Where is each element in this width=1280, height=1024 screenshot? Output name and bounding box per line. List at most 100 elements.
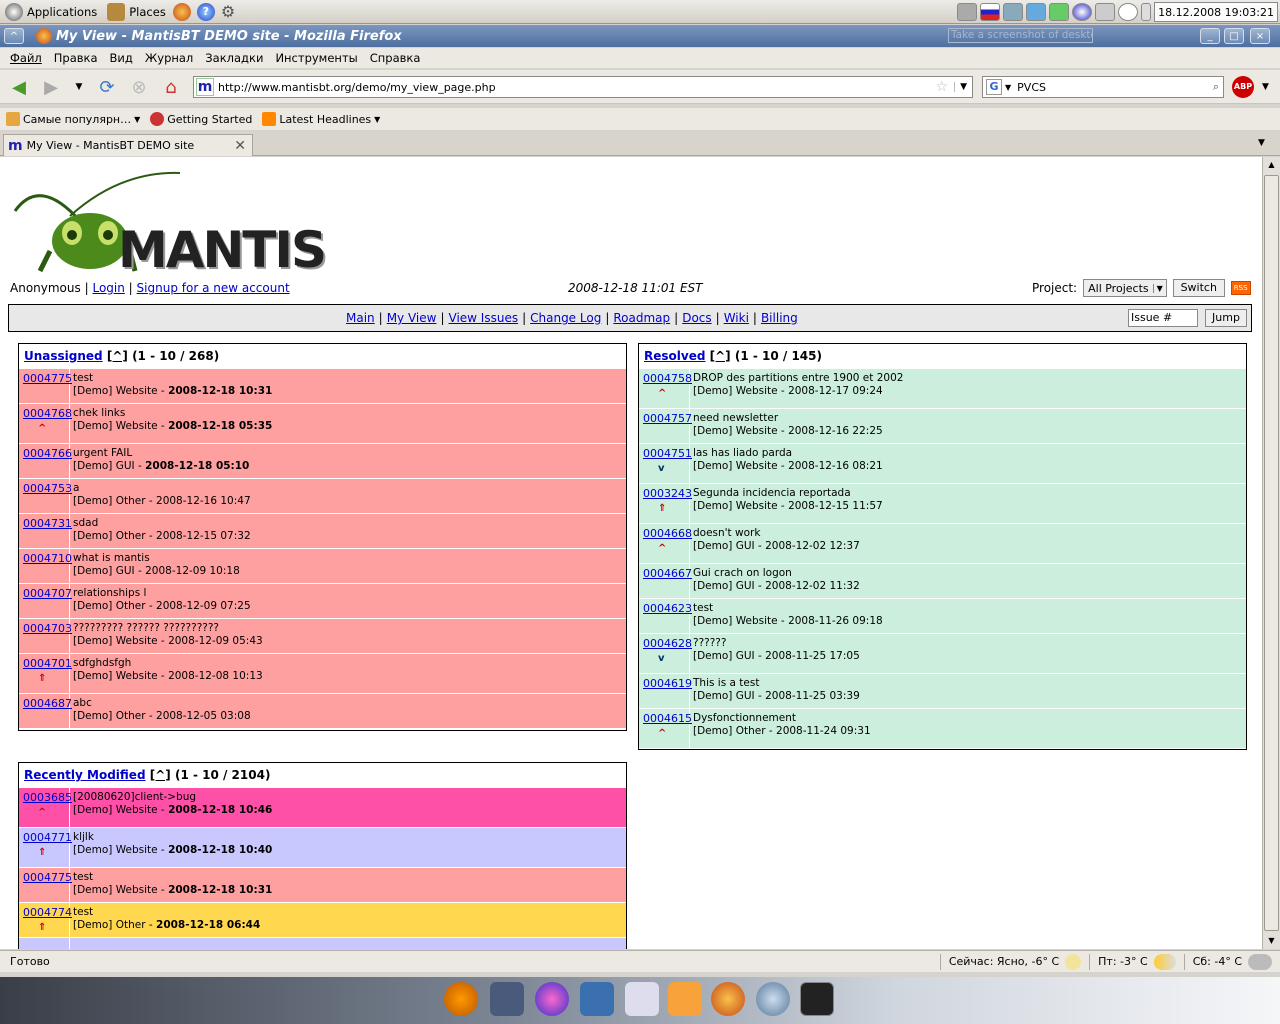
resolved-title-link[interactable]: Resolved <box>644 349 705 363</box>
tab-my-view[interactable]: m My View - MantisBT DEMO site ✕ <box>3 134 253 156</box>
terminal-icon[interactable] <box>800 982 834 1016</box>
login-link[interactable]: Login <box>92 281 124 295</box>
issue-id-link[interactable]: 0004628 <box>643 637 692 650</box>
address-bar[interactable]: m http://www.mantisbt.org/demo/my_view_p… <box>193 76 973 98</box>
menu-view[interactable]: Вид <box>104 51 139 65</box>
issue-id-link[interactable]: 0004619 <box>643 677 692 690</box>
menu-my-view[interactable]: My View <box>387 311 437 325</box>
issue-id-link[interactable]: 0004707 <box>23 587 72 600</box>
globe-icon[interactable] <box>1072 3 1093 21</box>
issue-id-link[interactable]: 0004774 <box>23 906 72 919</box>
firefox-launcher-icon[interactable] <box>172 2 191 21</box>
window-titlebar[interactable]: ^ My View - MantisBT DEMO site - Mozilla… <box>0 25 1280 47</box>
menu-bookmarks[interactable]: Закладки <box>199 51 269 65</box>
camera-icon[interactable] <box>957 3 978 21</box>
issue-id-link[interactable]: 0004758 <box>643 372 692 385</box>
menu-billing[interactable]: Billing <box>761 311 798 325</box>
menu-view-issues[interactable]: View Issues <box>449 311 519 325</box>
network-globe-icon[interactable] <box>756 982 790 1016</box>
menu-wiki[interactable]: Wiki <box>724 311 749 325</box>
issue-id-link[interactable]: 0004701 <box>23 657 72 670</box>
rss-icon[interactable]: RSS <box>1230 281 1251 295</box>
menu-main[interactable]: Main <box>346 311 375 325</box>
google-icon[interactable]: G <box>986 79 1002 95</box>
bookmark-most-visited[interactable]: Самые популярн… ▼ <box>6 112 140 126</box>
help-icon[interactable]: ? <box>196 2 215 21</box>
issue-id-link[interactable]: 0004768 <box>23 407 72 420</box>
issue-id-link[interactable]: 0004668 <box>643 527 692 540</box>
recent-title-link[interactable]: Recently Modified <box>24 768 146 782</box>
clock[interactable]: 18.12.2008 19:03:21 <box>1154 2 1278 22</box>
menu-roadmap[interactable]: Roadmap <box>613 311 670 325</box>
scrollbar-thumb[interactable] <box>1264 175 1279 931</box>
search-input[interactable]: PVCS <box>1017 81 1213 94</box>
switch-button[interactable]: Switch <box>1172 279 1225 297</box>
files-icon[interactable] <box>625 982 659 1016</box>
issue-id-link[interactable]: 0003685 <box>23 791 72 804</box>
maximize-button[interactable]: □ <box>1224 28 1244 44</box>
adblock-dropdown-icon[interactable]: ▼ <box>1262 82 1269 92</box>
issue-id-link[interactable]: 0004753 <box>23 482 72 495</box>
eyes-icon[interactable] <box>1118 3 1139 21</box>
issue-id-link[interactable]: 0004731 <box>23 517 72 530</box>
search-box[interactable]: G ▼ PVCS ⌕ <box>982 76 1224 98</box>
menu-edit[interactable]: Правка <box>48 51 104 65</box>
issue-id-link[interactable]: 0004775 <box>23 372 72 385</box>
menu-tools[interactable]: Инструменты <box>269 51 363 65</box>
unassigned-title-link[interactable]: Unassigned <box>24 349 103 363</box>
menu-help[interactable]: Справка <box>364 51 427 65</box>
issue-id-link[interactable]: 0004775 <box>23 871 72 884</box>
unassigned-caret-link[interactable]: [^] <box>107 349 128 363</box>
menu-change-log[interactable]: Change Log <box>530 311 601 325</box>
signup-link[interactable]: Signup for a new account <box>137 281 290 295</box>
reload-icon[interactable]: ⟳ <box>94 75 120 99</box>
resolved-caret-link[interactable]: [^] <box>710 349 731 363</box>
jump-button[interactable]: Jump <box>1205 309 1247 327</box>
issue-id-link[interactable]: 0004771 <box>23 831 72 844</box>
save-disk-icon[interactable] <box>490 982 524 1016</box>
network-icon[interactable] <box>1003 3 1024 21</box>
ubuntu-icon[interactable] <box>444 982 478 1016</box>
battery-icon[interactable] <box>1141 3 1152 21</box>
orb-icon[interactable] <box>535 982 569 1016</box>
home-icon[interactable]: ⌂ <box>158 75 184 99</box>
issue-id-link[interactable]: 0004751 <box>643 447 692 460</box>
package-icon[interactable] <box>1026 3 1047 21</box>
menu-history[interactable]: Журнал <box>139 51 199 65</box>
menu-file[interactable]: Файл <box>4 51 48 65</box>
editor-pencil-icon[interactable] <box>580 982 614 1016</box>
search-magnifier-icon[interactable]: ⌕ <box>1213 80 1219 94</box>
applet-icon[interactable] <box>1049 3 1070 21</box>
engine-dropdown-icon[interactable]: ▼ <box>1005 83 1011 92</box>
weather-now[interactable]: Сейчас: Ясно, -6° C <box>939 953 1089 970</box>
issue-id-link[interactable]: 0004615 <box>643 712 692 725</box>
scroll-up-icon[interactable]: ▲ <box>1263 157 1280 173</box>
screenshot-tooltip[interactable]: Take a screenshot of desktop <box>948 28 1093 43</box>
tab-close-icon[interactable]: ✕ <box>234 138 246 154</box>
issue-id-link[interactable]: 0004757 <box>643 412 692 425</box>
applications-menu[interactable]: Applications <box>0 0 102 24</box>
keyboard-layout-ru-icon[interactable] <box>980 3 1001 21</box>
issue-id-link[interactable]: 0003243 <box>643 487 692 500</box>
minimize-button[interactable]: _ <box>1200 28 1220 44</box>
bookmark-latest-headlines[interactable]: Latest Headlines ▼ <box>262 112 380 126</box>
issue-id-link[interactable]: 0004710 <box>23 552 72 565</box>
issue-id-link[interactable]: 0004687 <box>23 697 72 710</box>
stop-icon[interactable]: ⊗ <box>126 75 152 99</box>
bookmark-star-icon[interactable]: ☆ <box>936 79 949 95</box>
windows-icon[interactable] <box>668 982 702 1016</box>
history-dropdown-icon[interactable]: ▼ <box>66 75 92 99</box>
firefox-dock-icon[interactable] <box>711 982 745 1016</box>
settings-gear-icon[interactable]: ⚙ <box>221 2 239 21</box>
adblock-icon[interactable]: ABP <box>1232 76 1254 98</box>
tab-list-dropdown-icon[interactable]: ▼ <box>1258 138 1265 148</box>
vertical-scrollbar[interactable]: ▲ ▼ <box>1262 157 1280 949</box>
menu-docs[interactable]: Docs <box>682 311 711 325</box>
project-select[interactable]: All Projects ▼ <box>1083 279 1167 297</box>
close-button[interactable]: × <box>1250 28 1270 44</box>
issue-id-link[interactable]: 0004766 <box>23 447 72 460</box>
issue-number-input[interactable]: Issue # <box>1128 309 1198 327</box>
mantis-logo[interactable]: MANTIS <box>10 171 327 279</box>
issue-id-link[interactable]: 0004703 <box>23 622 72 635</box>
weather-sat[interactable]: Сб: -4° C <box>1183 953 1280 970</box>
